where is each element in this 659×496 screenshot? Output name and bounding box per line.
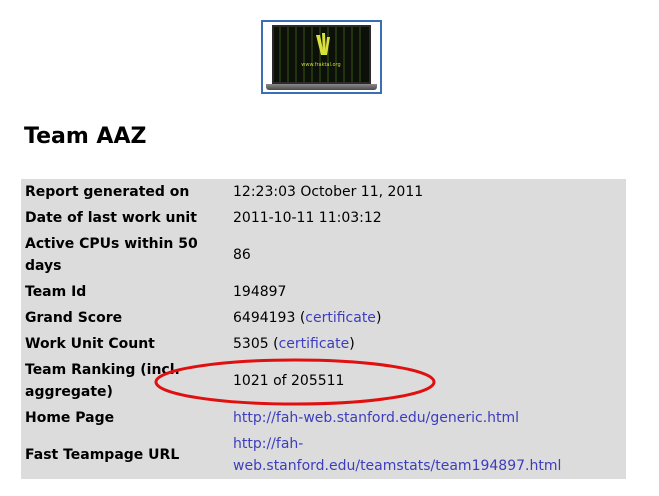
table-row: Active CPUs within 50 days 86 [21,231,626,279]
row-value: http://fah-web.stanford.edu/generic.html [225,405,626,431]
grand-score-value: 6494193 [233,310,296,326]
row-value: 6494193 (certificate) [225,305,626,331]
row-label: Active CPUs within 50 days [25,236,198,274]
team-ranking-value: 1021 of 205511 [233,373,345,389]
table-row: Fast Teampage URL http://fah-web.stanfor… [21,431,626,479]
row-label: Home Page [25,410,115,426]
table-row: Report generated on 12:23:03 October 11,… [21,179,626,205]
table-row: Work Unit Count 5305 (certificate) [21,331,626,357]
team-logo: www.fraktal.org [261,20,382,94]
row-value: 2011-10-11 11:03:12 [233,210,382,226]
grand-score-certificate-link[interactable]: certificate [305,310,376,326]
row-label: Team Id [25,284,87,300]
fast-teampage-link[interactable]: http://fah-web.stanford.edu/teamstats/te… [233,436,561,474]
paren-close: ) [349,336,355,352]
table-row: Home Page http://fah-web.stanford.edu/ge… [21,405,626,431]
team-stats-table: Report generated on 12:23:03 October 11,… [21,179,626,479]
table-row: Team Id 194897 [21,279,626,305]
laptop-screen-image: www.fraktal.org [272,25,371,84]
row-value: 86 [233,247,251,263]
logo-caption: www.fraktal.org [301,62,340,68]
row-value: 194897 [233,284,287,300]
table-row: Team Ranking (incl. aggregate) 1021 of 2… [21,357,626,405]
table-row: Date of last work unit 2011-10-11 11:03:… [21,205,626,231]
row-label: Grand Score [25,310,123,326]
laptop-base [266,84,377,90]
row-label: Work Unit Count [25,336,155,352]
row-label: Report generated on [25,184,190,200]
row-value: 5305 (certificate) [225,331,626,357]
home-page-link[interactable]: http://fah-web.stanford.edu/generic.html [233,410,519,426]
row-value: http://fah-web.stanford.edu/teamstats/te… [225,431,626,479]
row-label: Fast Teampage URL [25,447,180,463]
paren-close: ) [375,310,382,326]
work-unit-count-value: 5305 [233,336,269,352]
row-label: Date of last work unit [25,210,197,226]
row-label: Team Ranking (incl. aggregate) [25,362,180,400]
row-value: 12:23:03 October 11, 2011 [233,184,424,200]
table-row: Grand Score 6494193 (certificate) [21,305,626,331]
page-title: Team AAZ [24,124,147,149]
work-unit-certificate-link[interactable]: certificate [279,336,350,352]
link-line-2: web.stanford.edu/teamstats/team194897.ht… [233,458,562,474]
link-line-1: http://fah- [233,436,304,452]
logo-graphic: www.fraktal.org [279,27,361,82]
